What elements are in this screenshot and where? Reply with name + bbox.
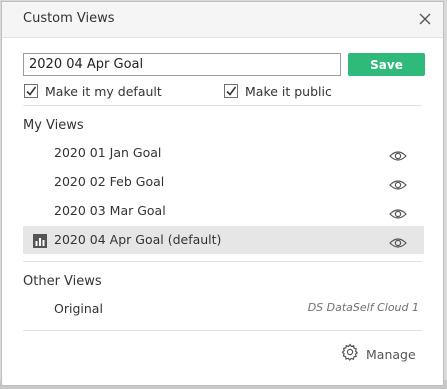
divider [23, 105, 422, 106]
my-view-label: 2020 02 Feb Goal [54, 174, 165, 189]
my-view-item-active[interactable]: 2020 04 Apr Goal (default) [23, 226, 424, 254]
make-public-label: Make it public [245, 83, 332, 99]
my-view-label: 2020 01 Jan Goal [54, 145, 162, 160]
other-view-item[interactable]: Original DS DataSelf Cloud 1 [23, 295, 424, 323]
divider [23, 330, 422, 331]
my-views-title: My Views [23, 118, 84, 133]
make-default-checkbox[interactable] [24, 84, 38, 98]
checkmark-icon [26, 86, 37, 96]
eye-icon[interactable] [389, 176, 407, 190]
make-public-checkbox-row[interactable]: Make it public [224, 82, 332, 100]
other-views-title: Other Views [23, 274, 102, 289]
make-public-checkbox[interactable] [224, 84, 238, 98]
save-button[interactable]: Save [348, 53, 425, 76]
checkmark-icon [226, 86, 237, 96]
other-view-source: DS DataSelf Cloud 1 [307, 301, 419, 314]
eye-icon[interactable] [389, 205, 407, 219]
my-view-label: 2020 04 Apr Goal (default) [54, 232, 222, 247]
bar-chart-icon [33, 233, 47, 248]
manage-button[interactable]: Manage [341, 343, 416, 365]
my-view-item[interactable]: 2020 03 Mar Goal [23, 197, 424, 225]
other-view-label: Original [54, 301, 103, 316]
make-default-checkbox-row[interactable]: Make it my default [24, 82, 162, 100]
my-view-label: 2020 03 Mar Goal [54, 203, 166, 218]
dialog-titlebar: Custom Views [2, 2, 443, 38]
custom-views-dialog: Custom Views Save Make it my default Mak… [1, 1, 444, 386]
eye-icon[interactable] [389, 147, 407, 161]
close-icon[interactable] [417, 11, 433, 27]
manage-label: Manage [366, 346, 416, 362]
eye-icon[interactable] [389, 234, 407, 248]
my-view-item[interactable]: 2020 02 Feb Goal [23, 168, 424, 196]
make-default-label: Make it my default [45, 83, 162, 99]
dialog-title: Custom Views [23, 11, 115, 26]
my-view-item[interactable]: 2020 01 Jan Goal [23, 139, 424, 167]
view-name-input[interactable] [23, 53, 341, 76]
divider [23, 261, 422, 262]
gear-icon [341, 343, 359, 365]
